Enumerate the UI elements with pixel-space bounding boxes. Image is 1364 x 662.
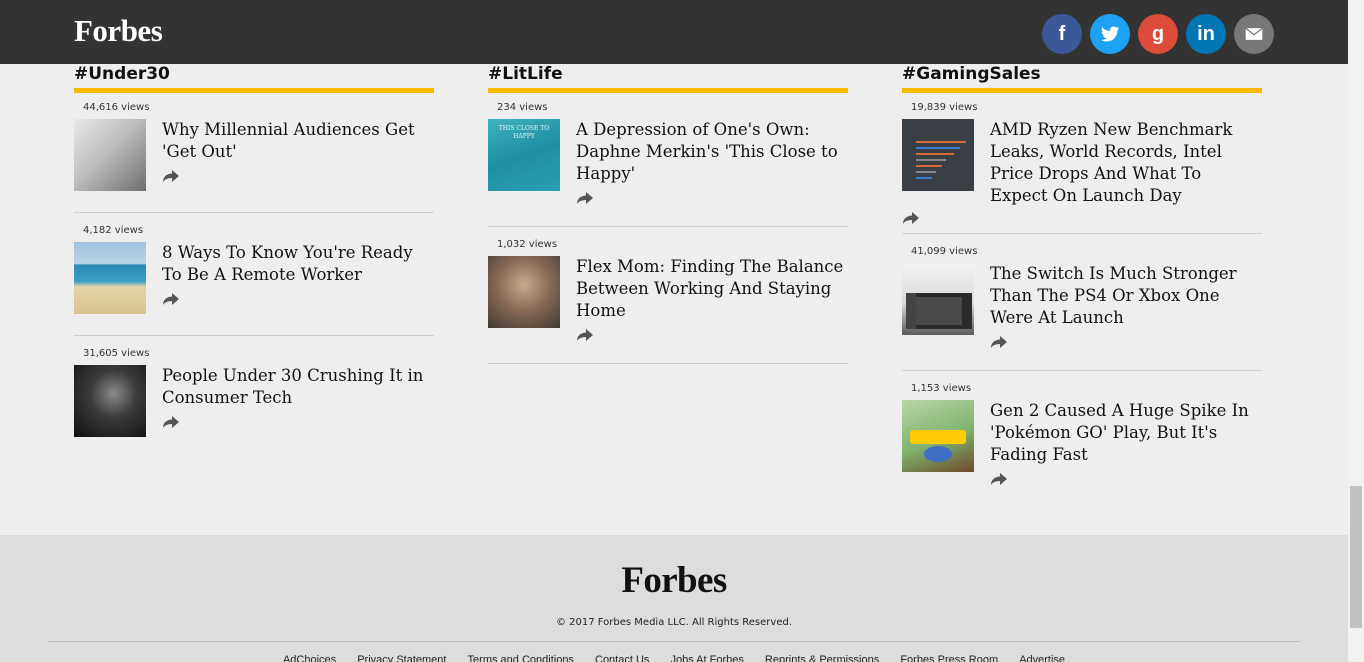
article-headline[interactable]: The Switch Is Much Stronger Than The PS4… <box>990 263 1262 329</box>
article-thumbnail[interactable] <box>902 119 974 191</box>
column-rule <box>488 88 848 93</box>
facebook-share-button[interactable]: f <box>1042 14 1082 54</box>
article-headline[interactable]: A Depression of One's Own: Daphne Merkin… <box>576 119 848 185</box>
column-title[interactable]: #GamingSales <box>902 62 1262 88</box>
column-rule <box>902 88 1262 93</box>
view-count: 1,032 views <box>497 239 558 250</box>
footer-links: AdChoices Privacy Statement Terms and Co… <box>0 654 1348 662</box>
column-gamingsales: #GamingSales 19,839 views AMD Ryzen New … <box>902 62 1262 518</box>
article-headline[interactable]: Flex Mom: Finding The Balance Between Wo… <box>576 256 848 322</box>
article-thumbnail[interactable] <box>902 400 974 472</box>
share-arrow-icon[interactable] <box>990 335 1008 349</box>
view-count: 4,182 views <box>83 225 144 236</box>
footer-link-press-room[interactable]: Forbes Press Room <box>900 654 998 662</box>
view-count: 1,153 views <box>911 383 972 394</box>
article-thumbnail[interactable] <box>488 256 560 328</box>
footer-link-contact[interactable]: Contact Us <box>595 654 649 662</box>
linkedin-icon: in <box>1197 23 1215 45</box>
scrollbar-thumb[interactable] <box>1350 486 1362 628</box>
article-item: 19,839 views AMD Ryzen New Benchmark Lea… <box>902 101 1262 234</box>
article-item: 31,605 views People Under 30 Crushing It… <box>74 347 434 458</box>
share-arrow-icon[interactable] <box>162 169 180 183</box>
column-litlife: #LitLife 234 views THIS CLOSE TO HAPPY A… <box>488 62 848 375</box>
article-thumbnail[interactable] <box>74 242 146 314</box>
view-count: 19,839 views <box>911 102 978 113</box>
book-cover-title: THIS CLOSE TO HAPPY <box>498 125 550 140</box>
share-arrow-icon[interactable] <box>162 292 180 306</box>
footer-divider <box>48 641 1300 642</box>
article-thumbnail[interactable]: THIS CLOSE TO HAPPY <box>488 119 560 191</box>
footer-forbes-logo[interactable]: Forbes <box>0 559 1348 602</box>
footer-link-privacy[interactable]: Privacy Statement <box>357 654 446 662</box>
facebook-icon: f <box>1058 23 1066 45</box>
column-title[interactable]: #LitLife <box>488 62 848 88</box>
share-arrow-icon[interactable] <box>576 328 594 342</box>
view-count: 44,616 views <box>83 102 150 113</box>
share-arrow-icon[interactable] <box>990 472 1008 486</box>
share-arrow-icon[interactable] <box>902 211 920 225</box>
article-headline[interactable]: Gen 2 Caused A Huge Spike In 'Pokémon GO… <box>990 400 1262 466</box>
google-plus-icon: g <box>1151 23 1165 45</box>
article-headline[interactable]: 8 Ways To Know You're Ready To Be A Remo… <box>162 242 434 286</box>
twitter-icon <box>1100 26 1120 42</box>
article-item: 44,616 views Why Millennial Audiences Ge… <box>74 101 434 213</box>
linkedin-share-button[interactable]: in <box>1186 14 1226 54</box>
share-arrow-icon[interactable] <box>576 191 594 205</box>
column-rule <box>74 88 434 93</box>
article-item: 234 views THIS CLOSE TO HAPPY A Depressi… <box>488 101 848 227</box>
article-thumbnail[interactable] <box>74 119 146 191</box>
google-plus-share-button[interactable]: g <box>1138 14 1178 54</box>
benchmark-chart-image <box>916 141 966 179</box>
copyright-text: © 2017 Forbes Media LLC. All Rights Rese… <box>555 617 793 628</box>
article-item: 41,099 views The Switch Is Much Stronger… <box>902 245 1262 371</box>
article-headline[interactable]: Why Millennial Audiences Get 'Get Out' <box>162 119 434 163</box>
footer-link-reprints[interactable]: Reprints & Permissions <box>765 654 879 662</box>
article-headline[interactable]: People Under 30 Crushing It in Consumer … <box>162 365 434 409</box>
column-under30: #Under30 44,616 views Why Millennial Aud… <box>74 62 434 469</box>
footer-link-terms[interactable]: Terms and Conditions <box>468 654 574 662</box>
footer-link-advertise[interactable]: Advertise <box>1019 654 1065 662</box>
view-count: 31,605 views <box>83 348 150 359</box>
email-share-button[interactable] <box>1234 14 1274 54</box>
footer-link-adchoices[interactable]: AdChoices <box>283 654 336 662</box>
article-item: 1,153 views Gen 2 Caused A Huge Spike In… <box>902 382 1262 507</box>
console-image <box>906 293 972 329</box>
pokemon-go-logo <box>910 430 966 462</box>
footer-link-jobs[interactable]: Jobs At Forbes <box>670 654 743 662</box>
column-title[interactable]: #Under30 <box>74 62 434 88</box>
article-headline[interactable]: AMD Ryzen New Benchmark Leaks, World Rec… <box>990 119 1262 207</box>
view-count: 234 views <box>497 102 548 113</box>
article-item: 4,182 views 8 Ways To Know You're Ready … <box>74 224 434 336</box>
view-count: 41,099 views <box>911 246 978 257</box>
share-arrow-icon[interactable] <box>162 415 180 429</box>
envelope-icon <box>1245 27 1263 40</box>
article-thumbnail[interactable] <box>902 263 974 335</box>
footer: Forbes © 2017 Forbes Media LLC. All Righ… <box>0 535 1348 662</box>
forbes-logo[interactable]: Forbes <box>74 13 163 49</box>
article-thumbnail[interactable] <box>74 365 146 437</box>
top-bar: Forbes f g in <box>0 0 1348 64</box>
twitter-share-button[interactable] <box>1090 14 1130 54</box>
article-item: 1,032 views Flex Mom: Finding The Balanc… <box>488 238 848 364</box>
